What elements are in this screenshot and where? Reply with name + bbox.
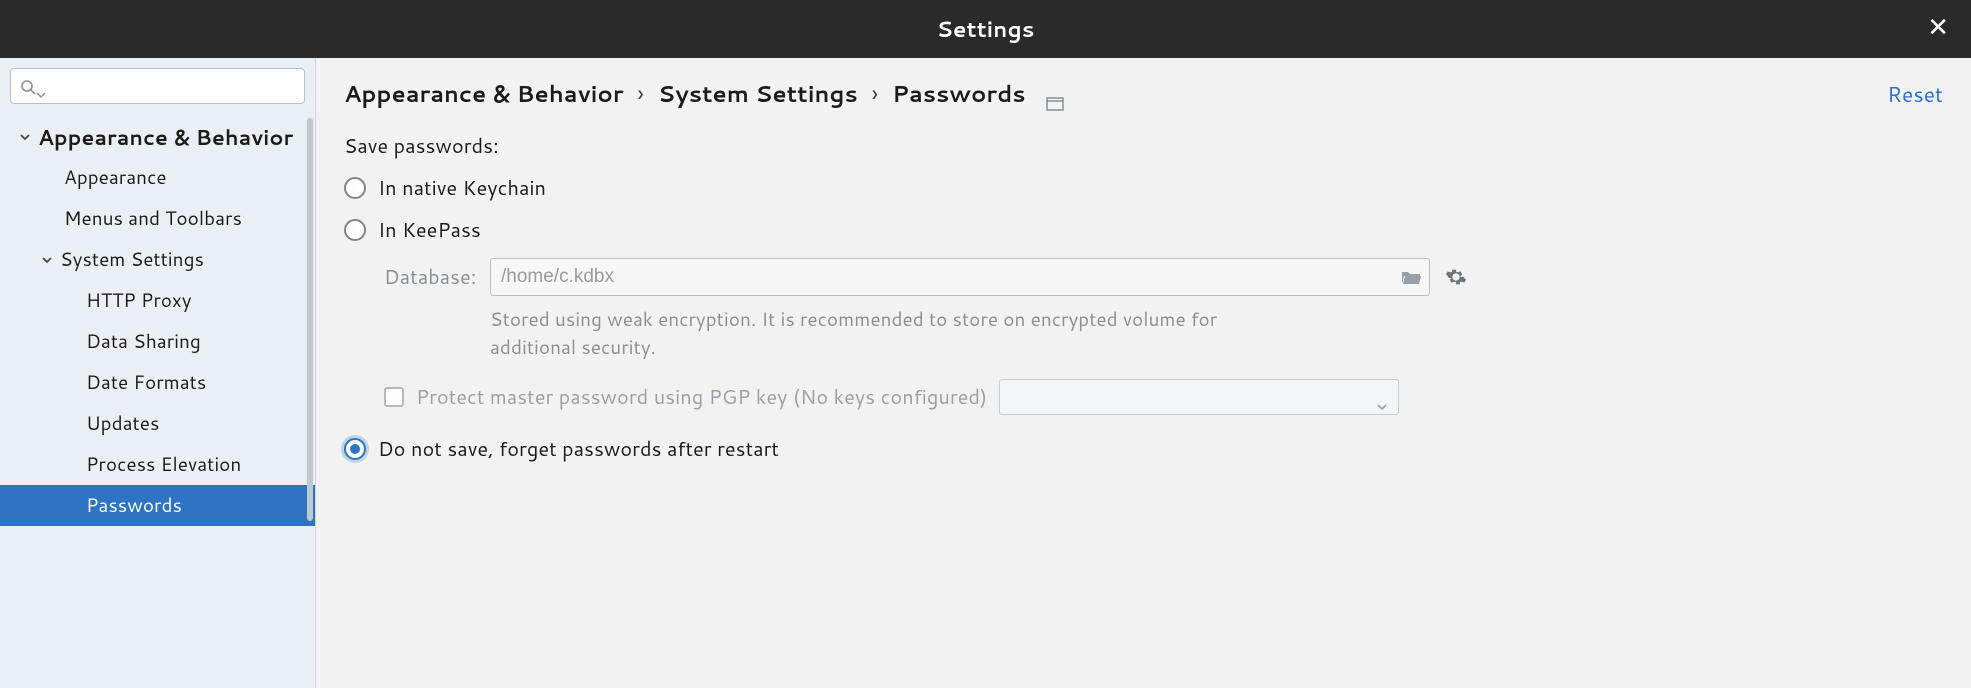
tree-label: HTTP Proxy bbox=[86, 287, 192, 314]
breadcrumb-separator: › bbox=[872, 78, 878, 110]
radio-native-keychain[interactable]: In native Keychain bbox=[344, 174, 1943, 202]
titlebar: Settings ✕ bbox=[0, 0, 1971, 58]
tree-updates[interactable]: Updates bbox=[0, 403, 315, 444]
tree-appearance[interactable]: Appearance bbox=[0, 157, 315, 198]
breadcrumb-part: Passwords bbox=[892, 78, 1025, 110]
tree-label: Date Formats bbox=[86, 369, 206, 396]
window-icon bbox=[1046, 87, 1064, 101]
settings-tree[interactable]: Appearance & Behavior Appearance Menus a… bbox=[0, 112, 315, 688]
settings-sidebar: Appearance & Behavior Appearance Menus a… bbox=[0, 58, 316, 688]
tree-date-formats[interactable]: Date Formats bbox=[0, 362, 315, 403]
save-passwords-label: Save passwords: bbox=[344, 132, 1943, 160]
tree-label: Menus and Toolbars bbox=[64, 205, 242, 232]
radio-keepass[interactable]: In KeePass bbox=[344, 216, 1943, 244]
tree-label: Updates bbox=[86, 410, 159, 437]
radio-do-not-save[interactable]: Do not save, forget passwords after rest… bbox=[344, 435, 1943, 463]
radio-icon bbox=[344, 438, 366, 460]
weak-encryption-hint: Stored using weak encryption. It is reco… bbox=[490, 306, 1250, 361]
tree-label: System Settings bbox=[60, 246, 204, 273]
radio-label: In native Keychain bbox=[378, 174, 546, 202]
tree-process-elevation[interactable]: Process Elevation bbox=[0, 444, 315, 485]
database-path-input[interactable] bbox=[490, 258, 1430, 296]
reset-link[interactable]: Reset bbox=[1887, 79, 1943, 109]
tree-label: Appearance bbox=[64, 164, 167, 191]
tree-data-sharing[interactable]: Data Sharing bbox=[0, 321, 315, 362]
radio-icon bbox=[344, 177, 366, 199]
tree-system-settings[interactable]: System Settings bbox=[0, 239, 315, 280]
tree-appearance-and-behavior[interactable]: Appearance & Behavior bbox=[0, 116, 315, 157]
radio-icon bbox=[344, 219, 366, 241]
chevron-down-icon bbox=[18, 130, 32, 144]
pgp-checkbox[interactable] bbox=[384, 387, 404, 407]
tree-menus-toolbars[interactable]: Menus and Toolbars bbox=[0, 198, 315, 239]
close-button[interactable]: ✕ bbox=[1919, 10, 1957, 44]
breadcrumb: Appearance & Behavior › System Settings … bbox=[344, 78, 1064, 110]
tree-label: Data Sharing bbox=[86, 328, 201, 355]
keepass-settings-button[interactable] bbox=[1442, 263, 1470, 291]
tree-label: Process Elevation bbox=[86, 451, 241, 478]
chevron-down-icon bbox=[40, 253, 54, 267]
chevron-down-icon bbox=[1376, 392, 1388, 404]
breadcrumb-part[interactable]: Appearance & Behavior bbox=[344, 78, 624, 110]
tree-label: Appearance & Behavior bbox=[38, 122, 293, 152]
radio-label: In KeePass bbox=[378, 216, 481, 244]
folder-open-icon[interactable] bbox=[1400, 266, 1422, 288]
scrollbar[interactable] bbox=[307, 118, 313, 521]
pgp-key-select[interactable] bbox=[999, 379, 1399, 415]
tree-passwords[interactable]: Passwords bbox=[0, 485, 315, 526]
breadcrumb-part[interactable]: System Settings bbox=[658, 78, 858, 110]
tree-label: Passwords bbox=[86, 492, 182, 519]
settings-content: Appearance & Behavior › System Settings … bbox=[316, 58, 1971, 688]
window-title: Settings bbox=[937, 14, 1035, 45]
breadcrumb-separator: › bbox=[638, 78, 644, 110]
database-label: Database: bbox=[384, 263, 478, 291]
pgp-checkbox-label: Protect master password using PGP key (N… bbox=[416, 383, 987, 411]
tree-http-proxy[interactable]: HTTP Proxy bbox=[0, 280, 315, 321]
radio-label: Do not save, forget passwords after rest… bbox=[378, 435, 779, 463]
search-input[interactable] bbox=[10, 68, 305, 104]
